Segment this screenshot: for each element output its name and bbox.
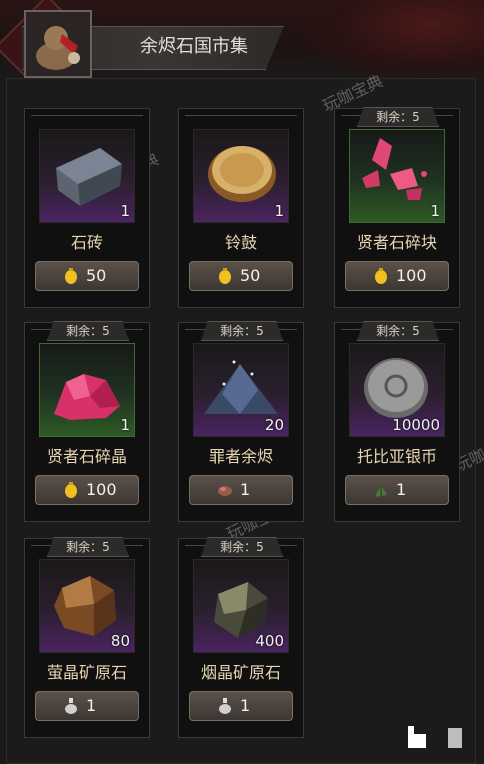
card-cap (185, 115, 297, 130)
item-slot[interactable]: 1 (349, 129, 445, 223)
item-card[interactable]: 剩余：5 1 贤者石碎晶 100 (24, 321, 150, 522)
gold-lamp-icon (62, 481, 80, 499)
item-slot[interactable]: 400 (193, 559, 289, 653)
herb-icon (372, 481, 390, 499)
stock-remaining-label: 剩余：5 (47, 537, 129, 557)
item-slot[interactable]: 80 (39, 559, 135, 653)
item-quantity: 1 (120, 202, 130, 220)
item-name: 烟晶矿原石 (200, 663, 281, 682)
item-slot[interactable]: 20 (193, 343, 289, 437)
item-card[interactable]: 1 石砖 50 (24, 108, 150, 308)
buy-button[interactable]: 1 (189, 475, 293, 505)
buy-button[interactable]: 1 (189, 691, 293, 721)
stock-remaining-label: 剩余：5 (201, 321, 283, 341)
item-slot[interactable]: 1 (39, 129, 135, 223)
buy-button[interactable]: 1 (35, 691, 139, 721)
item-name: 贤者石碎晶 (46, 447, 127, 466)
bar-icon (408, 726, 414, 748)
buy-button[interactable]: 100 (345, 261, 449, 291)
price-value: 50 (240, 266, 261, 285)
item-name: 贤者石碎块 (356, 233, 437, 252)
gold-lamp-icon (372, 267, 390, 285)
sack-icon (36, 26, 80, 70)
item-quantity: 1 (274, 202, 284, 220)
item-card[interactable]: 剩余：5 400 烟晶矿原石 1 (178, 537, 304, 738)
item-card[interactable]: 剩余：5 1 贤者石碎块 100 (334, 107, 460, 308)
item-quantity: 1 (120, 416, 130, 434)
stock-remaining-label: 剩余：5 (357, 107, 439, 127)
item-name: 罪者余烬 (208, 447, 273, 466)
item-name: 托比亚银币 (356, 447, 437, 466)
item-name: 石砖 (70, 233, 103, 252)
item-card[interactable]: 1 铃鼓 50 (178, 108, 304, 308)
gold-lamp-icon (62, 267, 80, 285)
price-value: 100 (396, 266, 427, 285)
ember-ore-icon (216, 481, 234, 499)
page-title: 余烬石国市集 (140, 36, 248, 57)
buy-button[interactable]: 1 (345, 475, 449, 505)
card-cap (31, 115, 143, 130)
price-value: 1 (86, 696, 97, 715)
price-value: 1 (240, 480, 251, 499)
item-slot[interactable]: 1 (39, 343, 135, 437)
stock-remaining-label: 剩余：5 (47, 321, 129, 341)
item-quantity: 400 (255, 632, 284, 650)
price-value: 50 (86, 266, 107, 285)
item-card[interactable]: 剩余：5 80 萤晶矿原石 1 (24, 537, 150, 738)
item-slot[interactable]: 1 (193, 129, 289, 223)
item-slot[interactable]: 10000 (349, 343, 445, 437)
silver-flask-icon (62, 697, 80, 715)
price-value: 1 (240, 696, 251, 715)
item-quantity: 20 (264, 416, 284, 434)
item-name: 铃鼓 (224, 233, 257, 252)
merchant-avatar[interactable] (24, 10, 92, 78)
item-name: 萤晶矿原石 (46, 663, 127, 682)
price-value: 1 (396, 480, 407, 499)
price-value: 100 (86, 480, 117, 499)
item-card[interactable]: 剩余：5 10000 托比亚银币 1 (334, 321, 460, 522)
buy-button[interactable]: 50 (35, 261, 139, 291)
item-quantity: 80 (110, 632, 130, 650)
buy-button[interactable]: 50 (189, 261, 293, 291)
stock-remaining-label: 剩余：5 (357, 321, 439, 341)
bottom-controls (406, 724, 466, 750)
gold-lamp-icon (216, 267, 234, 285)
item-quantity: 1 (430, 202, 440, 220)
item-card[interactable]: 剩余：5 20 罪者余烬 1 (178, 321, 304, 522)
item-quantity: 10000 (392, 416, 440, 434)
silver-flask-icon (216, 697, 234, 715)
buy-button[interactable]: 100 (35, 475, 139, 505)
stock-remaining-label: 剩余：5 (201, 537, 283, 557)
